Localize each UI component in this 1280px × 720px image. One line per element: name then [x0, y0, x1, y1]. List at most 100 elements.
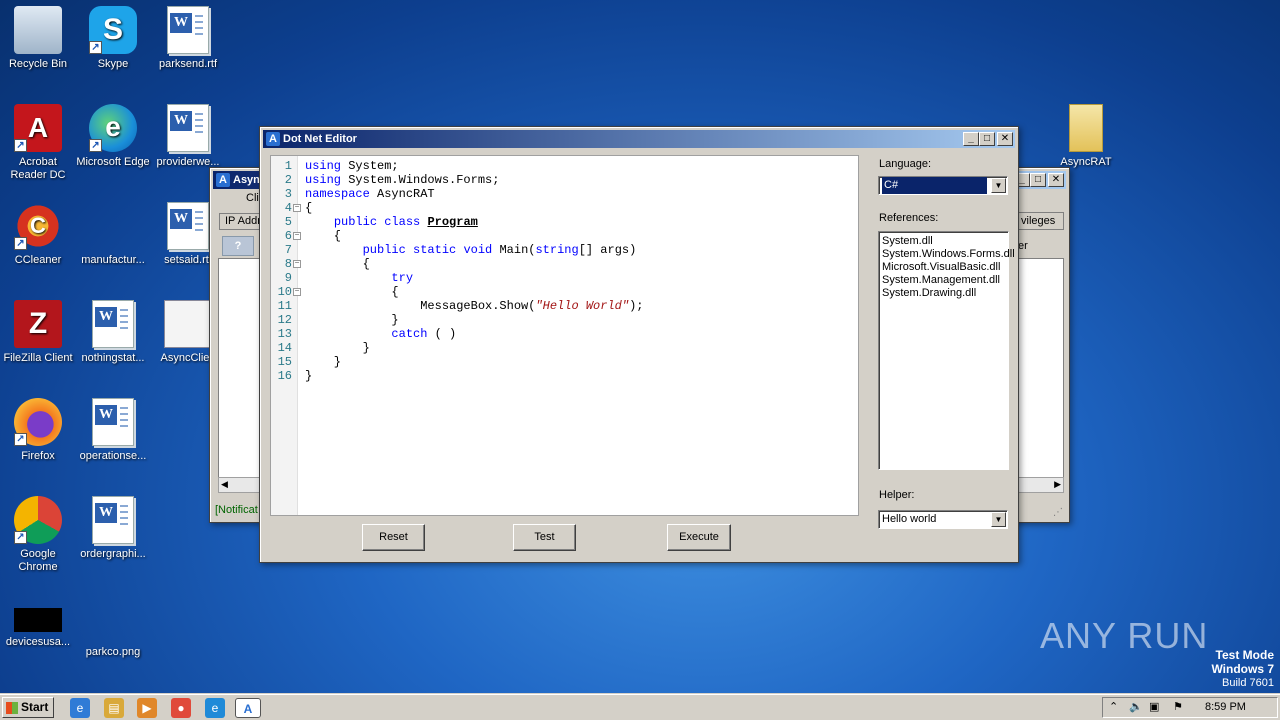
- reference-item[interactable]: Microsoft.VisualBasic.dll: [882, 261, 1005, 274]
- notification-status: [Notificat: [215, 504, 258, 516]
- desktop-icon[interactable]: Recycle Bin: [0, 6, 76, 71]
- desktop-icon[interactable]: AsyncRAT: [1048, 104, 1124, 169]
- line-number: 16: [277, 369, 292, 383]
- editor-titlebar[interactable]: A Dot Net Editor _ □ ✕: [263, 130, 1015, 148]
- code-line[interactable]: 1 using System;: [271, 159, 858, 173]
- file-explorer-icon[interactable]: ▤: [104, 698, 124, 718]
- acrobat-reader-dc-icon: A ↗: [14, 104, 62, 152]
- desktop-icon[interactable]: ↗ Google Chrome: [0, 496, 76, 574]
- code-line[interactable]: 10− {: [271, 285, 858, 299]
- code-line[interactable]: 13 catch ( ): [271, 327, 858, 341]
- chevron-down-icon[interactable]: ▼: [991, 512, 1006, 527]
- network-icon[interactable]: ▣: [1149, 698, 1159, 717]
- collapse-icon[interactable]: −: [293, 232, 301, 240]
- desktop-icon[interactable]: C ↗ CCleaner: [0, 202, 76, 267]
- maximize-button[interactable]: □: [1030, 173, 1046, 187]
- desktop-icon[interactable]: A ↗ Acrobat Reader DC: [0, 104, 76, 182]
- collapse-icon[interactable]: −: [293, 204, 301, 212]
- clock[interactable]: 8:59 PM: [1205, 698, 1246, 717]
- desktop-icon-label: parkco.png: [85, 646, 141, 658]
- desktop-icon-label: Firefox: [21, 450, 55, 462]
- reference-item[interactable]: System.Drawing.dll: [882, 287, 1005, 300]
- desktop-icon-label: ordergraphi...: [80, 548, 146, 560]
- desktop-icon[interactable]: devicesusa...: [0, 594, 76, 649]
- code-line[interactable]: 6− {: [271, 229, 858, 243]
- code-line[interactable]: 12 }: [271, 313, 858, 327]
- desktop-icon-label: Recycle Bin: [8, 58, 68, 70]
- start-button[interactable]: Start: [2, 697, 54, 718]
- close-button[interactable]: ✕: [1048, 173, 1064, 187]
- line-number: 8: [284, 257, 292, 271]
- code-line[interactable]: 8− {: [271, 257, 858, 271]
- close-button[interactable]: ✕: [997, 132, 1013, 146]
- shortcut-arrow-icon: ↗: [14, 139, 27, 152]
- show-hidden-icons-icon[interactable]: ⌃: [1109, 698, 1118, 717]
- code-line[interactable]: 11 MessageBox.Show("Hello World");: [271, 299, 858, 313]
- code-line[interactable]: 3 namespace AsyncRAT: [271, 187, 858, 201]
- language-select[interactable]: C# ▼: [878, 176, 1008, 195]
- filezilla-client-icon: Z: [14, 300, 62, 348]
- scroll-right-icon[interactable]: ▶: [1054, 479, 1061, 490]
- minimize-button[interactable]: _: [963, 132, 979, 146]
- desktop-icon-label: Skype: [97, 58, 129, 70]
- code-line[interactable]: 14 }: [271, 341, 858, 355]
- references-list[interactable]: System.dll System.Windows.Forms.dll Micros…: [878, 231, 1015, 470]
- editor-app-icon: A: [266, 132, 280, 146]
- desktop-icon[interactable]: Wnothingstat...: [75, 300, 151, 365]
- chevron-down-icon[interactable]: ▼: [991, 178, 1006, 193]
- code-line[interactable]: 5 public class Program: [271, 215, 858, 229]
- desktop-icon-label: manufactur...: [81, 254, 145, 266]
- internet-explorer-icon[interactable]: e: [70, 698, 90, 718]
- desktop-icon[interactable]: manufactur...: [75, 202, 151, 267]
- shortcut-arrow-icon: ↗: [14, 531, 27, 544]
- collapse-icon[interactable]: −: [293, 288, 301, 296]
- code-line[interactable]: 4−{: [271, 201, 858, 215]
- reset-button[interactable]: Reset: [362, 524, 425, 551]
- test-mode-watermark: Test Mode Windows 7 Build 7601: [1211, 648, 1274, 690]
- recycle-bin-icon: [14, 6, 62, 54]
- desktop-icon[interactable]: Woperationse...: [75, 398, 151, 463]
- asyncrat-taskbar-button[interactable]: A: [235, 698, 261, 718]
- operationse-icon: W: [92, 398, 134, 446]
- desktop-icon[interactable]: S ↗ Skype: [75, 6, 151, 71]
- test-button[interactable]: Test: [513, 524, 576, 551]
- desktop-icon[interactable]: Wparksend.rtf: [150, 6, 226, 71]
- chrome-icon[interactable]: ●: [171, 698, 191, 718]
- code-text: catch ( ): [391, 327, 457, 341]
- manufactur-icon: [89, 202, 137, 250]
- anyrun-watermark-logo: ANY RUN: [1040, 615, 1209, 656]
- code-line[interactable]: 16}: [271, 369, 858, 383]
- resize-grip-icon[interactable]: ⋰: [1053, 507, 1063, 518]
- volume-icon[interactable]: 🔈: [1129, 698, 1143, 717]
- code-line[interactable]: 15 }: [271, 355, 858, 369]
- execute-button[interactable]: Execute: [667, 524, 731, 551]
- dot-net-editor-window[interactable]: A Dot Net Editor _ □ ✕ 1 using System; 2 us…: [259, 126, 1019, 563]
- unknown-flag-icon: ?: [222, 236, 254, 256]
- maximize-button[interactable]: □: [979, 132, 995, 146]
- asyncrat-app-icon: A: [216, 173, 230, 187]
- code-line[interactable]: 7 public static void Main(string[] args): [271, 243, 858, 257]
- code-line[interactable]: 9 try: [271, 271, 858, 285]
- action-center-flag-icon[interactable]: ⚑: [1173, 698, 1183, 717]
- clients-tab[interactable]: Cli: [246, 192, 259, 204]
- edge-icon[interactable]: e: [205, 698, 225, 718]
- media-player-icon[interactable]: ▶: [137, 698, 157, 718]
- code-editor[interactable]: 1 using System; 2 using System.Windows.Form…: [270, 155, 859, 516]
- system-tray: ⌃ 🔈 ▣ ⚑ 8:59 PM: [1102, 697, 1278, 718]
- collapse-icon[interactable]: −: [293, 260, 301, 268]
- reference-item[interactable]: System.Management.dll: [882, 274, 1005, 287]
- reference-item[interactable]: System.dll: [882, 235, 1005, 248]
- desktop-icon[interactable]: parkco.png: [75, 594, 151, 659]
- scroll-left-icon[interactable]: ◀: [221, 479, 228, 490]
- line-number: 1: [284, 159, 292, 173]
- desktop-icon[interactable]: Wordergraphi...: [75, 496, 151, 561]
- desktop-icon[interactable]: e ↗ Microsoft Edge: [75, 104, 151, 169]
- code-line[interactable]: 2 using System.Windows.Forms;: [271, 173, 858, 187]
- privileges-tab[interactable]: vileges: [1016, 212, 1064, 230]
- reference-item[interactable]: System.Windows.Forms.dll: [882, 248, 1015, 261]
- desktop-icon[interactable]: Z FileZilla Client: [0, 300, 76, 365]
- helper-select[interactable]: Hello world ▼: [878, 510, 1008, 529]
- line-number: 6: [284, 229, 292, 243]
- desktop-icon[interactable]: Wproviderwe...: [150, 104, 226, 169]
- desktop-icon[interactable]: ↗ Firefox: [0, 398, 76, 463]
